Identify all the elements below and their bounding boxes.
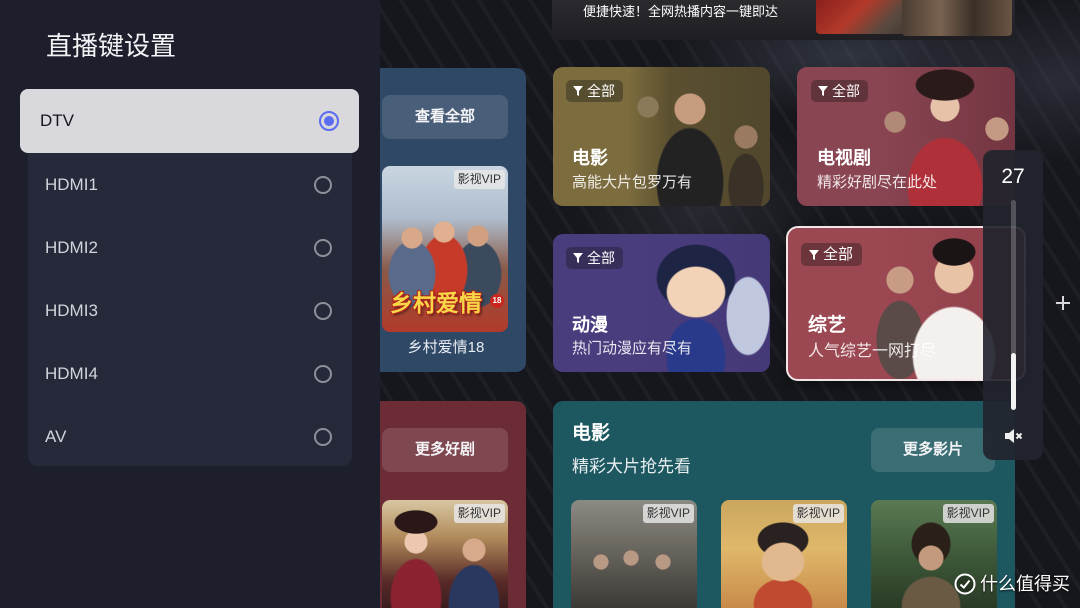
panel-title: 直播键设置 (46, 31, 177, 61)
radio-button[interactable] (314, 301, 332, 320)
radio-button[interactable] (319, 111, 339, 131)
section-title: 电影 (572, 423, 611, 444)
radio-button[interactable] (314, 238, 332, 257)
option-hdmi2[interactable]: HDMI2 (28, 216, 352, 279)
banner-thumbnail (816, 0, 916, 34)
option-label: HDMI1 (45, 174, 98, 194)
option-label: HDMI2 (45, 237, 98, 257)
top-banner[interactable]: 便捷快速！全网热播内容一键即达 (552, 0, 1015, 40)
volume-overlay: 27 (983, 150, 1043, 460)
filter-icon (809, 249, 819, 260)
watermark-logo-icon (954, 573, 976, 595)
option-hdmi3[interactable]: HDMI3 (28, 279, 352, 342)
category-title: 电视剧 (817, 148, 871, 168)
category-subtitle: 高能大片包罗万有 (572, 174, 693, 191)
movie-poster[interactable]: 影视VIP (721, 500, 847, 608)
option-hdmi1[interactable]: HDMI1 (28, 153, 352, 216)
radio-button[interactable] (314, 364, 332, 383)
watermark-text: 什么值得买 (980, 574, 1070, 594)
drama-card: 更多好剧 影视VIP (366, 401, 526, 608)
option-label: DTV (40, 111, 74, 130)
category-title: 综艺 (808, 315, 847, 336)
volume-slider-fill (1011, 353, 1016, 410)
section-subtitle: 精彩大片抢先看 (572, 457, 691, 476)
featured-card: 查看全部 影视VIP 乡村爱情 18 乡村爱情18 (366, 68, 526, 372)
filter-icon (818, 86, 828, 96)
movie-poster[interactable]: 影视VIP (871, 500, 997, 608)
movie-section: 电影 精彩大片抢先看 更多影片 影视VIP 影视VIP 影视VIP (553, 401, 1015, 608)
drama-poster[interactable]: 影视VIP (382, 500, 508, 608)
vip-badge: 影视VIP (453, 504, 505, 523)
radio-button[interactable] (314, 427, 332, 446)
more-dramas-button[interactable]: 更多好剧 (382, 428, 508, 472)
episode-badge: 18 (490, 294, 504, 308)
poster-village-love[interactable]: 影视VIP 乡村爱情 18 (382, 166, 508, 332)
view-all-button[interactable]: 查看全部 (382, 95, 508, 139)
volume-mute-icon[interactable] (1003, 426, 1023, 446)
live-key-settings-panel: 直播键设置 DTV HDMI1 HDMI2 HDMI3 HDMI4 AV (0, 0, 380, 608)
option-label: HDMI3 (45, 300, 98, 320)
banner-text: 便捷快速！全网热播内容一键即达 (583, 4, 779, 19)
filter-badge: 全部 (811, 80, 868, 102)
option-hdmi4[interactable]: HDMI4 (28, 342, 352, 405)
filter-icon (573, 86, 583, 96)
option-label: HDMI4 (45, 363, 98, 383)
movie-poster[interactable]: 影视VIP (571, 500, 697, 608)
tv-home-screen: 便捷快速！全网热播内容一键即达 查看全部 影视VIP 乡村爱情 18 乡村爱情1… (0, 0, 1080, 608)
banner-thumbnail (902, 0, 1012, 36)
filter-badge-label: 全部 (832, 83, 860, 99)
vip-badge: 影视VIP (942, 504, 994, 523)
category-title: 电影 (572, 148, 608, 168)
filter-badge: 全部 (801, 243, 863, 266)
category-card-movies[interactable]: 全部 电影 高能大片包罗万有 (553, 67, 770, 206)
filter-badge-label: 全部 (587, 83, 615, 99)
vip-badge: 影视VIP (642, 504, 694, 523)
filter-icon (573, 253, 583, 263)
more-movies-button[interactable]: 更多影片 (871, 428, 995, 472)
option-label: AV (45, 426, 67, 446)
option-dtv[interactable]: DTV (20, 89, 359, 153)
filter-badge: 全部 (566, 247, 623, 269)
category-subtitle: 精彩好剧尽在此处 (817, 174, 938, 191)
volume-value: 27 (1001, 165, 1025, 188)
filter-badge-label: 全部 (823, 245, 854, 263)
plus-icon[interactable] (1056, 296, 1070, 310)
vip-badge: 影视VIP (453, 170, 505, 189)
category-title: 动漫 (572, 315, 608, 335)
filter-badge-label: 全部 (587, 250, 615, 266)
poster-title: 乡村爱情 (390, 290, 482, 316)
category-subtitle: 人气综艺一网打尽 (808, 343, 937, 360)
radio-button[interactable] (314, 175, 332, 194)
poster-caption: 乡村爱情18 (407, 339, 485, 356)
category-subtitle: 热门动漫应有尽有 (572, 340, 693, 357)
filter-badge: 全部 (566, 80, 623, 102)
vip-badge: 影视VIP (792, 504, 844, 523)
volume-slider[interactable] (1011, 200, 1016, 410)
category-card-anime[interactable]: 全部 动漫 热门动漫应有尽有 (553, 234, 770, 372)
option-av[interactable]: AV (28, 405, 352, 468)
